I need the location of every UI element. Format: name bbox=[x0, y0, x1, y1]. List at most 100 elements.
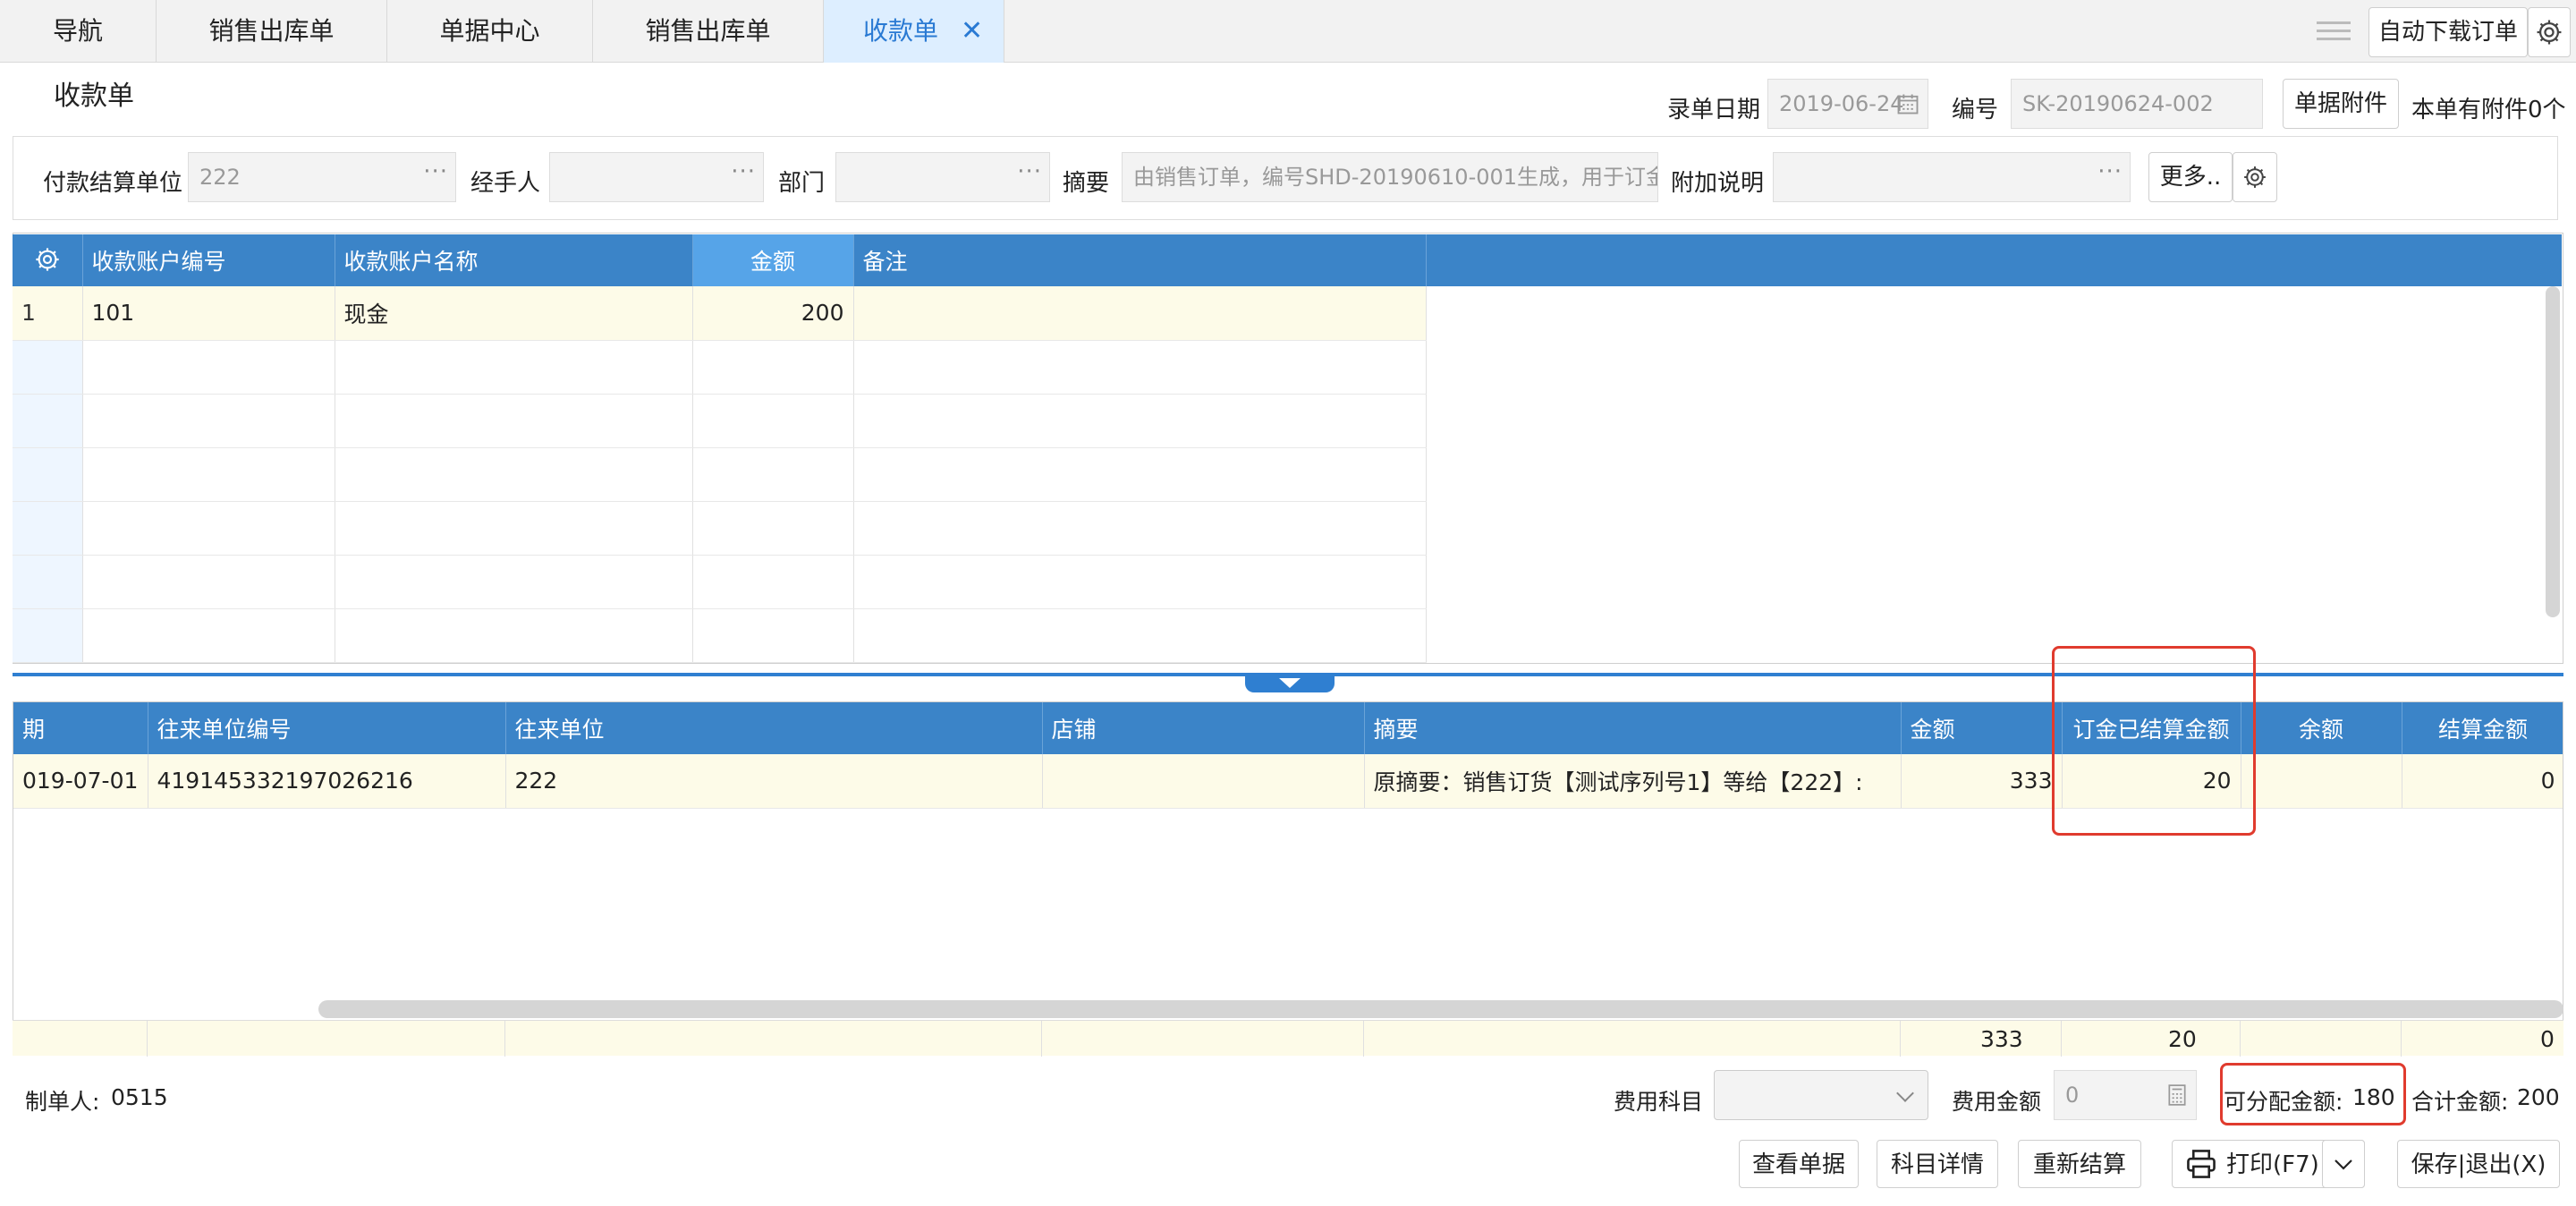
handler-select-icon[interactable]: ··· bbox=[731, 153, 756, 196]
total-settle: 0 bbox=[2540, 1026, 2555, 1052]
partner-code-cell[interactable]: 419145332197026216 bbox=[148, 754, 506, 809]
shop-cell[interactable] bbox=[1042, 754, 1365, 809]
payer-select-icon[interactable]: ··· bbox=[423, 153, 448, 196]
tab-sales-outbound-2[interactable]: 销售出库单 bbox=[593, 0, 824, 63]
calendar-icon[interactable] bbox=[1895, 91, 1920, 116]
more-button[interactable]: 更多.. bbox=[2148, 152, 2233, 202]
date-field[interactable]: 2019-06-24 bbox=[1767, 79, 1928, 129]
calculator-icon[interactable] bbox=[2165, 1083, 2189, 1107]
col-amount[interactable]: 金额 bbox=[1901, 702, 2063, 754]
col-balance[interactable]: 余额 bbox=[2241, 702, 2402, 754]
partner-cell[interactable]: 222 bbox=[505, 754, 1043, 809]
date-value: 2019-06-24 bbox=[1779, 91, 1904, 116]
gear-icon bbox=[2244, 166, 2266, 188]
col-amount[interactable]: 金额 bbox=[692, 234, 854, 286]
print-options-button[interactable] bbox=[2322, 1140, 2365, 1188]
maker-value: 0515 bbox=[111, 1084, 168, 1110]
table-row[interactable]: 1 101 现金 200 bbox=[13, 286, 1427, 341]
tab-bar: 导航 销售出库单 单据中心 销售出库单 收款单 ✕ 自动下载订单 bbox=[0, 0, 2576, 63]
fee-subject-select[interactable] bbox=[1714, 1070, 1928, 1120]
note-field[interactable]: ··· bbox=[1773, 152, 2131, 202]
col-partner-code[interactable]: 往来单位编号 bbox=[148, 702, 506, 754]
allocatable-label: 可分配金额: bbox=[2224, 1089, 2343, 1115]
accounts-header-filler bbox=[1426, 234, 2562, 286]
payer-label: 付款结算单位 bbox=[43, 170, 183, 197]
list-icon[interactable] bbox=[2317, 16, 2351, 47]
col-account-code[interactable]: 收款账户编号 bbox=[82, 234, 335, 286]
gear-icon bbox=[36, 248, 59, 271]
settings-button[interactable] bbox=[2528, 7, 2571, 57]
table-row[interactable] bbox=[13, 447, 1427, 502]
row-index: 1 bbox=[13, 286, 83, 341]
dept-label: 部门 bbox=[778, 170, 826, 197]
form-settings-button[interactable] bbox=[2233, 152, 2277, 202]
number-field: SK-20190624-002 bbox=[2011, 79, 2263, 129]
subject-detail-button[interactable]: 科目详情 bbox=[1877, 1140, 1998, 1188]
col-date[interactable]: 期 bbox=[13, 702, 148, 754]
account-code-cell[interactable]: 101 bbox=[82, 286, 335, 341]
summary-cell[interactable]: 原摘要：销售订货【测试序列号1】等给【222】: bbox=[1364, 754, 1902, 809]
collapse-toggle[interactable] bbox=[1245, 673, 1335, 692]
note-select-icon[interactable]: ··· bbox=[2097, 153, 2123, 196]
number-label: 编号 bbox=[1952, 97, 1999, 123]
fee-amount-value: 0 bbox=[2065, 1083, 2080, 1108]
tab-sales-outbound-1[interactable]: 销售出库单 bbox=[157, 0, 387, 63]
resettle-button[interactable]: 重新结算 bbox=[2018, 1140, 2141, 1188]
summary-field[interactable]: 由销售订单，编号SHD-20190610-001生成，用于订金... bbox=[1122, 152, 1658, 202]
dept-field[interactable]: ··· bbox=[835, 152, 1050, 202]
save-exit-button[interactable]: 保存|退出(X) bbox=[2397, 1140, 2560, 1188]
amount-cell[interactable]: 333 bbox=[1901, 754, 2063, 809]
attachment-button[interactable]: 单据附件 bbox=[2283, 79, 2399, 129]
col-settle-amount[interactable]: 结算金额 bbox=[2402, 702, 2563, 754]
dept-select-icon[interactable]: ··· bbox=[1017, 153, 1042, 196]
allocatable-value: 180 bbox=[2352, 1084, 2395, 1110]
fee-amount-label: 费用金额 bbox=[1952, 1089, 2042, 1115]
grid-settings-header[interactable] bbox=[13, 234, 83, 286]
totals-row: 333 20 0 bbox=[13, 1020, 2563, 1057]
page-title: 收款单 bbox=[54, 81, 134, 112]
note-label: 附加说明 bbox=[1671, 170, 1765, 197]
col-account-name[interactable]: 收款账户名称 bbox=[335, 234, 693, 286]
amount-cell[interactable]: 200 bbox=[692, 286, 854, 341]
table-row[interactable] bbox=[13, 555, 1427, 609]
total-deposit-settled: 20 bbox=[2168, 1026, 2197, 1052]
tab-nav[interactable]: 导航 bbox=[0, 0, 157, 63]
gear-icon bbox=[2537, 20, 2562, 45]
payer-value: 222 bbox=[199, 165, 241, 190]
settle-amount-cell[interactable]: 0 bbox=[2402, 754, 2563, 809]
print-label: 打印(F7) bbox=[2226, 1151, 2319, 1178]
summary-label: 摘要 bbox=[1063, 170, 1110, 197]
remark-cell[interactable] bbox=[853, 286, 1427, 341]
chevron-down-icon bbox=[2334, 1159, 2352, 1170]
attachment-status: 本单有附件0个 bbox=[2411, 97, 2566, 123]
tab-document-center[interactable]: 单据中心 bbox=[387, 0, 593, 63]
horizontal-scrollbar[interactable] bbox=[318, 1000, 2563, 1018]
total-value: 200 bbox=[2517, 1084, 2560, 1110]
table-row[interactable] bbox=[13, 340, 1427, 395]
balance-cell[interactable] bbox=[2241, 754, 2402, 809]
fee-amount-field[interactable]: 0 bbox=[2054, 1070, 2197, 1120]
col-partner[interactable]: 往来单位 bbox=[505, 702, 1043, 754]
close-tab-icon[interactable]: ✕ bbox=[961, 0, 983, 63]
fee-subject-label: 费用科目 bbox=[1614, 1089, 1704, 1115]
maker-label: 制单人: bbox=[25, 1089, 100, 1115]
col-summary[interactable]: 摘要 bbox=[1364, 702, 1902, 754]
total-label: 合计金额: bbox=[2411, 1089, 2509, 1115]
date-label: 录单日期 bbox=[1667, 97, 1761, 123]
deposit-settled-highlight bbox=[2052, 646, 2256, 836]
auto-download-orders-button[interactable]: 自动下载订单 bbox=[2368, 7, 2528, 57]
account-name-cell[interactable]: 现金 bbox=[335, 286, 693, 341]
payer-field[interactable]: 222 ··· bbox=[188, 152, 456, 202]
date-cell[interactable]: 019-07-01 bbox=[13, 754, 148, 809]
accounts-table: 收款账户编号 收款账户名称 金额 备注 1 101 现金 200 bbox=[13, 234, 1427, 663]
col-shop[interactable]: 店铺 bbox=[1042, 702, 1365, 754]
table-row[interactable] bbox=[13, 608, 1427, 663]
table-row[interactable] bbox=[13, 394, 1427, 448]
table-row[interactable] bbox=[13, 501, 1427, 556]
col-remark[interactable]: 备注 bbox=[853, 234, 1427, 286]
view-document-button[interactable]: 查看单据 bbox=[1739, 1140, 1859, 1188]
handler-field[interactable]: ··· bbox=[549, 152, 764, 202]
handler-label: 经手人 bbox=[470, 170, 541, 197]
printer-icon bbox=[2187, 1150, 2216, 1178]
vertical-scrollbar[interactable] bbox=[2546, 286, 2560, 617]
